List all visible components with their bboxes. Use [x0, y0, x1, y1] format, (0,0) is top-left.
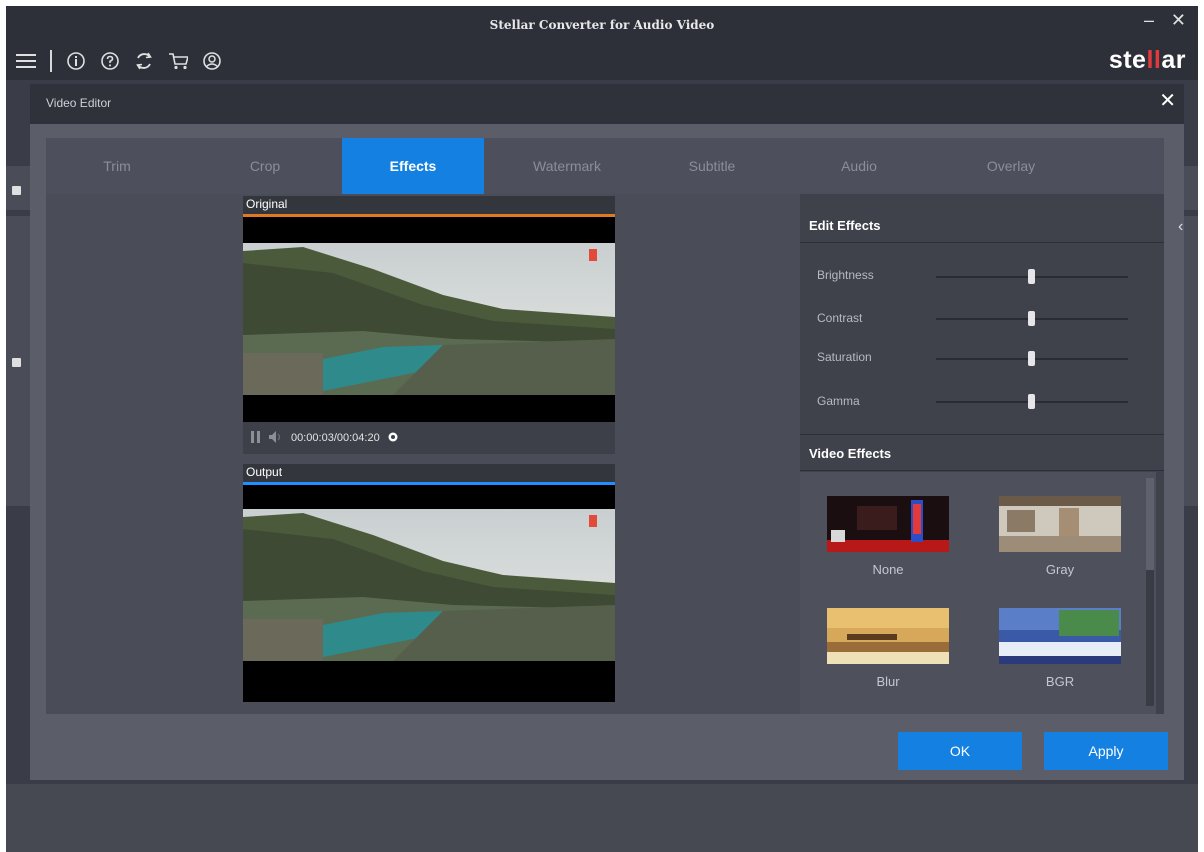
- cart-icon[interactable]: [168, 51, 188, 71]
- playback-controls: 00:00:03/00:04:20: [243, 422, 615, 454]
- section-divider: [800, 242, 1164, 243]
- gamma-slider-thumb[interactable]: [1028, 394, 1035, 409]
- toolbar: [16, 50, 222, 72]
- edit-effects-title: Edit Effects: [809, 218, 881, 233]
- effect-gray-thumbnail: [999, 496, 1121, 552]
- output-label: Output: [243, 464, 615, 482]
- app-window: Stellar Converter for Audio Video – ✕ st…: [6, 6, 1198, 852]
- tab-overlay[interactable]: Overlay: [936, 138, 1086, 194]
- minimize-button[interactable]: –: [1144, 10, 1154, 31]
- title-bar: Stellar Converter for Audio Video – ✕ st…: [6, 6, 1198, 80]
- output-progress-bar: [243, 482, 615, 485]
- info-icon[interactable]: [66, 51, 86, 71]
- effect-bgr-thumbnail: [999, 608, 1121, 664]
- original-video-panel: Original 00:00:03/00:04:20: [243, 196, 615, 454]
- brightness-slider-thumb[interactable]: [1028, 269, 1035, 284]
- apply-button[interactable]: Apply: [1044, 732, 1168, 770]
- video-effects-list: None Gray Blur BGR: [800, 472, 1156, 714]
- contrast-label: Contrast: [817, 311, 863, 325]
- app-title: Stellar Converter for Audio Video: [489, 18, 715, 32]
- video-effects-title: Video Effects: [809, 446, 892, 461]
- help-icon[interactable]: [100, 51, 120, 71]
- saturation-slider-thumb[interactable]: [1028, 351, 1035, 366]
- saturation-label: Saturation: [817, 350, 872, 364]
- effect-none-label: None: [872, 562, 904, 577]
- effects-panel: Edit Effects Brightness Contrast Saturat…: [800, 194, 1164, 714]
- effects-scrollbar[interactable]: [1146, 478, 1154, 706]
- dialog-title: Video Editor: [46, 96, 112, 110]
- effect-bgr[interactable]: BGR: [999, 608, 1121, 689]
- volume-icon[interactable]: [269, 430, 283, 446]
- effect-none[interactable]: None: [827, 496, 949, 577]
- effect-blur[interactable]: Blur: [827, 608, 949, 689]
- editor-tabs: Trim Crop Effects Watermark Subtitle Aud…: [46, 138, 1164, 194]
- toolbar-separator: [50, 50, 52, 72]
- close-dialog-button[interactable]: ✕: [1159, 88, 1176, 113]
- editor-content: Original 00:00:03/00:04:20 Output Edit E…: [46, 194, 1164, 714]
- tab-subtitle[interactable]: Subtitle: [642, 138, 782, 194]
- effect-blur-thumbnail: [827, 608, 949, 664]
- section-divider: [800, 470, 1164, 471]
- tab-trim[interactable]: Trim: [46, 138, 188, 194]
- ok-button[interactable]: OK: [898, 732, 1022, 770]
- tab-watermark[interactable]: Watermark: [492, 138, 642, 194]
- background-checkbox[interactable]: [12, 358, 21, 367]
- tab-effects[interactable]: Effects: [342, 138, 484, 194]
- section-divider: [800, 434, 1164, 435]
- original-label: Original: [243, 196, 615, 214]
- output-video-frame[interactable]: [243, 509, 615, 661]
- effect-blur-label: Blur: [876, 674, 900, 689]
- background-checkbox[interactable]: [12, 186, 21, 195]
- timecode: 00:00:03/00:04:20: [291, 432, 380, 444]
- output-video-panel: Output: [243, 464, 615, 702]
- original-progress-bar: [243, 214, 615, 217]
- menu-icon[interactable]: [16, 51, 36, 71]
- refresh-icon[interactable]: [134, 51, 154, 71]
- effects-scrollbar-thumb[interactable]: [1146, 478, 1154, 570]
- video-editor-dialog: Video Editor ✕ Trim Crop Effects Waterma…: [30, 84, 1184, 780]
- contrast-slider-thumb[interactable]: [1028, 311, 1035, 326]
- account-icon[interactable]: [202, 51, 222, 71]
- pause-icon[interactable]: [251, 430, 261, 446]
- tab-crop[interactable]: Crop: [194, 138, 336, 194]
- background-collapse-arrow-icon[interactable]: ‹: [1178, 218, 1183, 236]
- close-app-button[interactable]: ✕: [1171, 10, 1186, 31]
- effect-bgr-label: BGR: [1045, 674, 1075, 689]
- seek-indicator-icon[interactable]: [388, 432, 398, 445]
- effect-gray-label: Gray: [1045, 562, 1075, 577]
- stellar-logo: stellar: [1108, 46, 1186, 74]
- original-video-frame[interactable]: [243, 243, 615, 395]
- effect-none-thumbnail: [827, 496, 949, 552]
- background-footer: [6, 784, 1198, 852]
- tab-audio[interactable]: Audio: [788, 138, 930, 194]
- gamma-label: Gamma: [817, 394, 860, 408]
- brightness-label: Brightness: [817, 268, 874, 282]
- dialog-header: Video Editor ✕: [30, 84, 1184, 124]
- effect-gray[interactable]: Gray: [999, 496, 1121, 577]
